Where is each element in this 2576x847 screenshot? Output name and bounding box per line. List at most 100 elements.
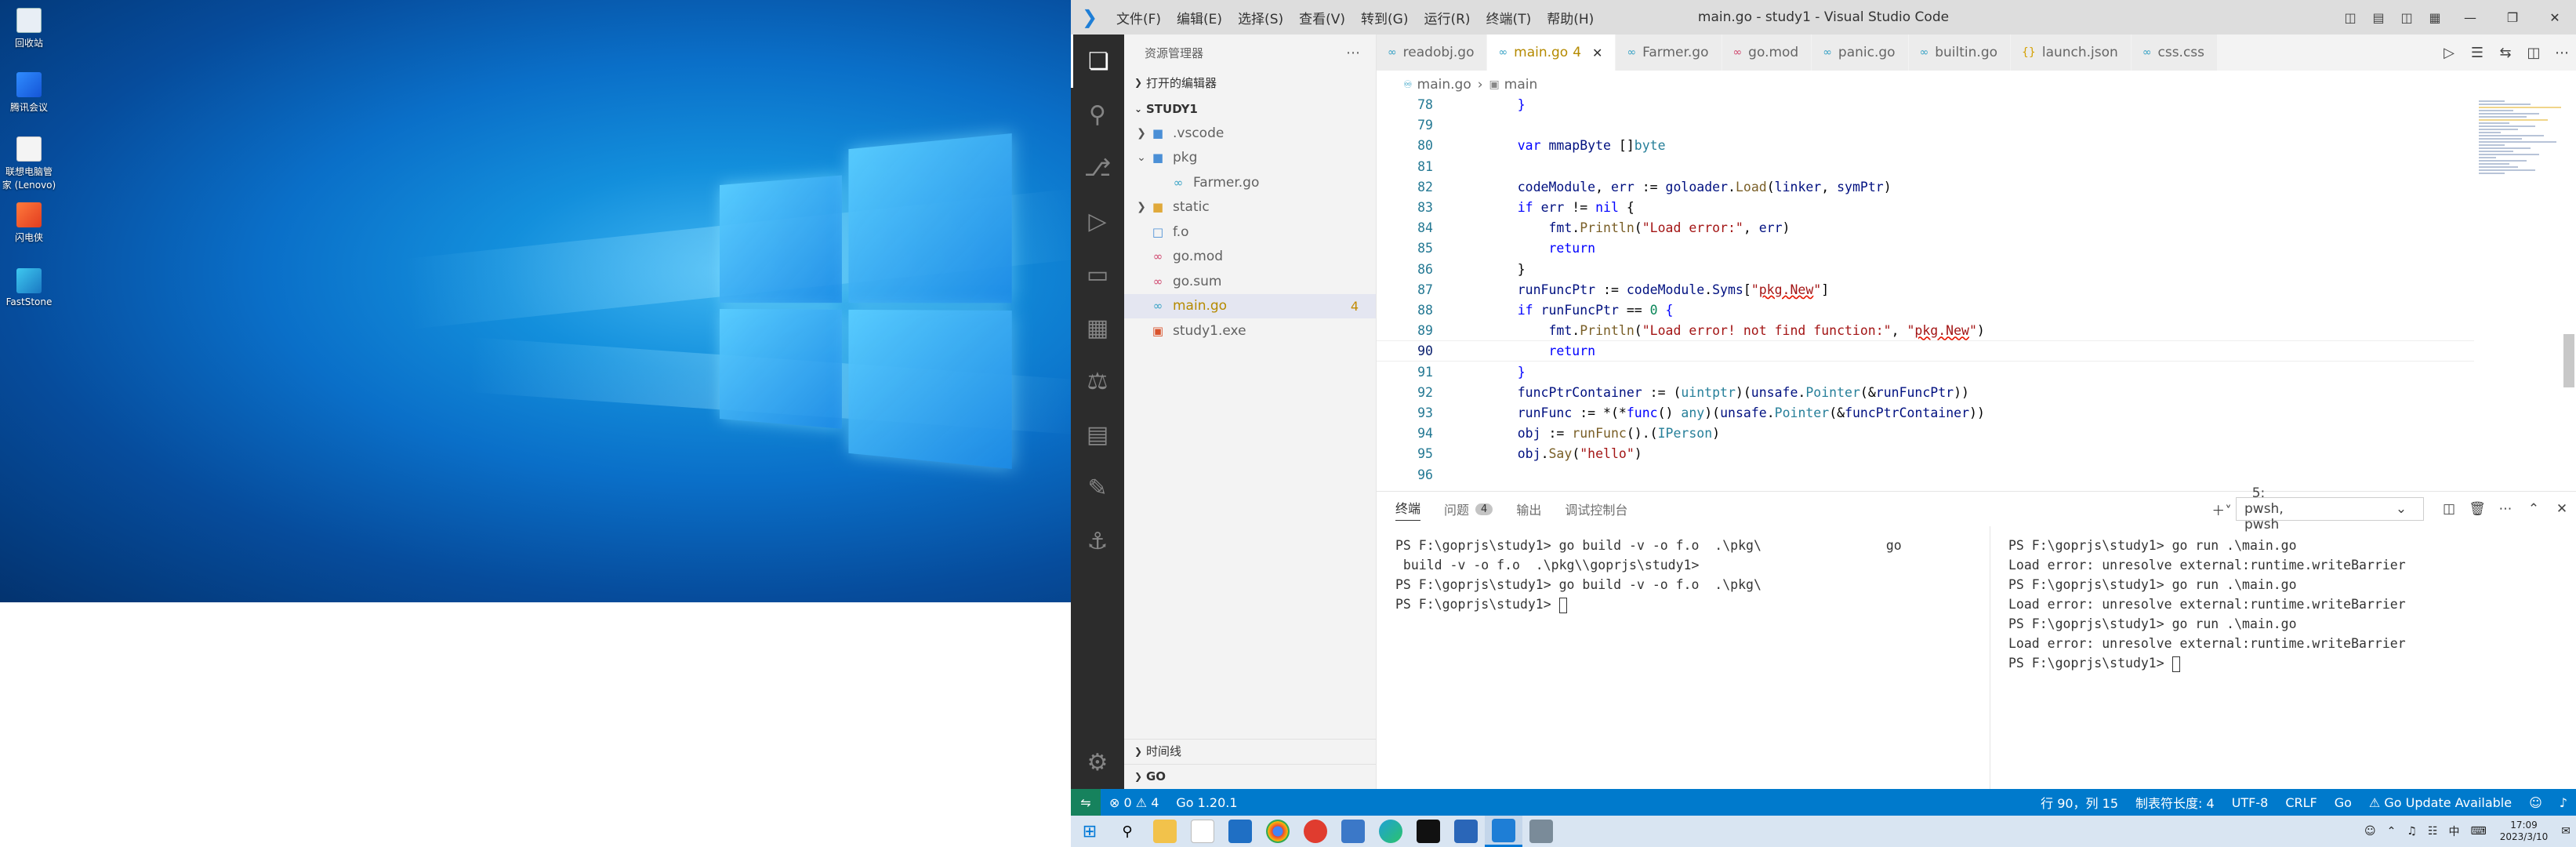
paint-icon[interactable]: ✎ (1071, 461, 1124, 514)
menu-file[interactable]: 文件(F) (1108, 8, 1169, 27)
open-changes-icon[interactable]: ⇆ (2491, 45, 2520, 61)
more-actions-icon[interactable]: ⋯ (2548, 45, 2576, 61)
keyboard-icon[interactable]: ⌨ (2465, 825, 2492, 838)
manage-gear-icon[interactable]: ⚙ (1071, 736, 1124, 789)
taskbar-app[interactable] (1522, 816, 1560, 847)
code-line[interactable]: 82 codeModule, err := goloader.Load(link… (1377, 176, 2474, 198)
search-icon[interactable]: ⚲ (1071, 88, 1124, 141)
terminal-left[interactable]: PS F:\goprjs\study1> go build -v -o f.o … (1395, 536, 1902, 614)
menu-selection[interactable]: 选择(S) (1230, 8, 1291, 27)
encoding[interactable]: UTF-8 (2223, 795, 2277, 810)
chevron-up-icon[interactable]: ⌃ (2382, 825, 2402, 838)
tab-terminal[interactable]: 终端 (1395, 498, 1421, 521)
new-terminal-icon[interactable]: ＋˅ (2208, 500, 2236, 519)
timeline-section[interactable]: ❯ 时间线 (1124, 739, 1376, 762)
code-line[interactable]: 87 runFuncPtr := codeModule.Syms["pkg.Ne… (1377, 279, 2474, 300)
code-line[interactable]: 94 obj := runFunc().(IPerson) (1377, 423, 2474, 444)
go-version[interactable]: Go 1.20.1 (1167, 795, 1246, 810)
toggle-sidebar-icon[interactable]: ◫ (2336, 10, 2364, 25)
close-tab-icon[interactable]: ✕ (1592, 45, 1602, 60)
editor-scrollbar[interactable] (2563, 334, 2574, 387)
tab-readobj-go[interactable]: ∞ readobj.go (1377, 35, 1488, 71)
code-line[interactable]: 80 var mmapByte []byte (1377, 135, 2474, 156)
taskbar-app[interactable] (1259, 816, 1297, 847)
tab-panic-go[interactable]: ∞ panic.go (1812, 35, 1909, 71)
go-section[interactable]: ❯ GO (1124, 764, 1376, 787)
terminal-right[interactable]: PS F:\goprjs\study1> go run .\main.go Lo… (2008, 536, 2406, 673)
outline-list-icon[interactable]: ☰ (2463, 45, 2491, 61)
explorer-icon[interactable]: ❏ (1071, 35, 1124, 88)
outline-icon[interactable]: ▤ (1071, 408, 1124, 461)
language-mode[interactable]: Go (2326, 795, 2360, 810)
taskbar-app[interactable] (1447, 816, 1485, 847)
split-terminal-icon[interactable]: ◫ (2435, 501, 2463, 517)
code-line[interactable]: 96 (1377, 464, 2474, 485)
run-icon[interactable]: ▷ (2435, 45, 2463, 61)
tab-size[interactable]: 制表符长度: 4 (2127, 793, 2223, 812)
close-window-button[interactable]: ✕ (2534, 10, 2576, 25)
code-line[interactable]: 95 obj.Say("hello") (1377, 443, 2474, 464)
menu-go[interactable]: 转到(G) (1353, 8, 1416, 27)
search-icon[interactable]: ⚲ (1108, 816, 1146, 847)
split-editor-icon[interactable]: ◫ (2520, 45, 2548, 61)
open-editors-section[interactable]: ❯ 打开的编辑器 (1124, 71, 1376, 94)
trash-icon[interactable]: 🗑 (2463, 501, 2491, 517)
taskbar-app[interactable] (1184, 816, 1221, 847)
breadcrumb-symbol[interactable]: main (1504, 77, 1537, 93)
windows-start-icon[interactable]: ⊞ (1071, 822, 1108, 842)
volume-icon[interactable]: ♫ (2401, 825, 2422, 838)
code-editor[interactable]: 78 } 79 80 var mmapByte []byte 81 82 codeMod… (1377, 99, 2576, 491)
more-actions-icon[interactable]: ⋯ (2491, 501, 2520, 517)
notifications-bell-icon[interactable]: ♪ (2551, 795, 2576, 810)
extensions-icon[interactable]: ▦ (1071, 301, 1124, 354)
code-line[interactable]: 85 return (1377, 238, 2474, 259)
tree-item-f-o[interactable]: □ f.o (1124, 220, 1376, 245)
workspace-root[interactable]: ⌄ STUDY1 (1124, 97, 1376, 121)
menu-help[interactable]: 帮助(H) (1539, 8, 1602, 27)
code-line[interactable]: 86 } (1377, 259, 2474, 280)
toggle-secondary-sidebar-icon[interactable]: ◫ (2393, 10, 2421, 25)
code-line[interactable]: 83 if err != nil { (1377, 197, 2474, 218)
tab-css-css[interactable]: ∞ css.css (2131, 35, 2219, 71)
maximize-panel-icon[interactable]: ⌃ (2520, 501, 2548, 517)
feedback-icon[interactable]: ☺ (2520, 795, 2551, 810)
docker-icon[interactable]: ⚓ (1071, 514, 1124, 568)
tab-farmer-go[interactable]: ∞ Farmer.go (1616, 35, 1722, 71)
tree-item--vscode[interactable]: ❯ ■ .vscode (1124, 121, 1376, 146)
minimize-button[interactable]: — (2449, 10, 2491, 25)
menu-view[interactable]: 查看(V) (1291, 8, 1353, 27)
desktop-icon-meeting[interactable]: 腾讯会议 (2, 72, 56, 114)
code-line[interactable]: 81 (1377, 156, 2474, 177)
menu-run[interactable]: 运行(R) (1416, 8, 1478, 27)
tree-item-go-sum[interactable]: ∞ go.sum (1124, 269, 1376, 294)
code-line[interactable]: 91 } (1377, 362, 2474, 383)
code-line[interactable]: 79 (1377, 115, 2474, 136)
taskbar-app[interactable] (1221, 816, 1259, 847)
taskbar-app[interactable] (1297, 816, 1334, 847)
tab-builtin-go[interactable]: ∞ builtin.go (1908, 35, 2012, 71)
input-method[interactable]: 中 (2444, 823, 2465, 839)
testing-icon[interactable]: ⚖ (1071, 354, 1124, 408)
taskbar-app[interactable] (1372, 816, 1410, 847)
taskbar-app[interactable] (1146, 816, 1184, 847)
code-line[interactable]: 93 runFunc := *(*func() any)(unsafe.Poin… (1377, 402, 2474, 424)
notification-center-icon[interactable]: ✉ (2556, 825, 2576, 838)
taskbar-app-vscode[interactable] (1485, 816, 1522, 847)
close-panel-icon[interactable]: ✕ (2548, 501, 2576, 517)
tab-go-mod[interactable]: ∞ go.mod (1722, 35, 1812, 71)
more-actions-icon[interactable]: ⋯ (1346, 45, 1360, 61)
code-line[interactable]: 84 fmt.Println("Load error:", err) (1377, 217, 2474, 238)
code-line[interactable]: 92 funcPtrContainer := (uintptr)(unsafe.… (1377, 382, 2474, 403)
tab-main-go[interactable]: ∞ main.go 4 ✕ (1487, 35, 1616, 71)
code-line[interactable]: 90 return (1377, 340, 2474, 362)
source-control-icon[interactable]: ⎇ (1071, 141, 1124, 194)
tree-item-pkg[interactable]: ⌄ ■ pkg (1124, 146, 1376, 171)
tab-launch-json[interactable]: {} launch.json (2011, 35, 2132, 71)
menu-edit[interactable]: 编辑(E) (1169, 8, 1230, 27)
tab-output[interactable]: 输出 (1516, 500, 1541, 518)
restore-button[interactable]: ❐ (2491, 10, 2534, 25)
end-of-line[interactable]: CRLF (2277, 795, 2325, 810)
menu-terminal[interactable]: 终端(T) (1478, 8, 1540, 27)
go-update-status[interactable]: ⚠ Go Update Available (2360, 795, 2520, 810)
code-line[interactable]: 88 if runFuncPtr == 0 { (1377, 300, 2474, 321)
